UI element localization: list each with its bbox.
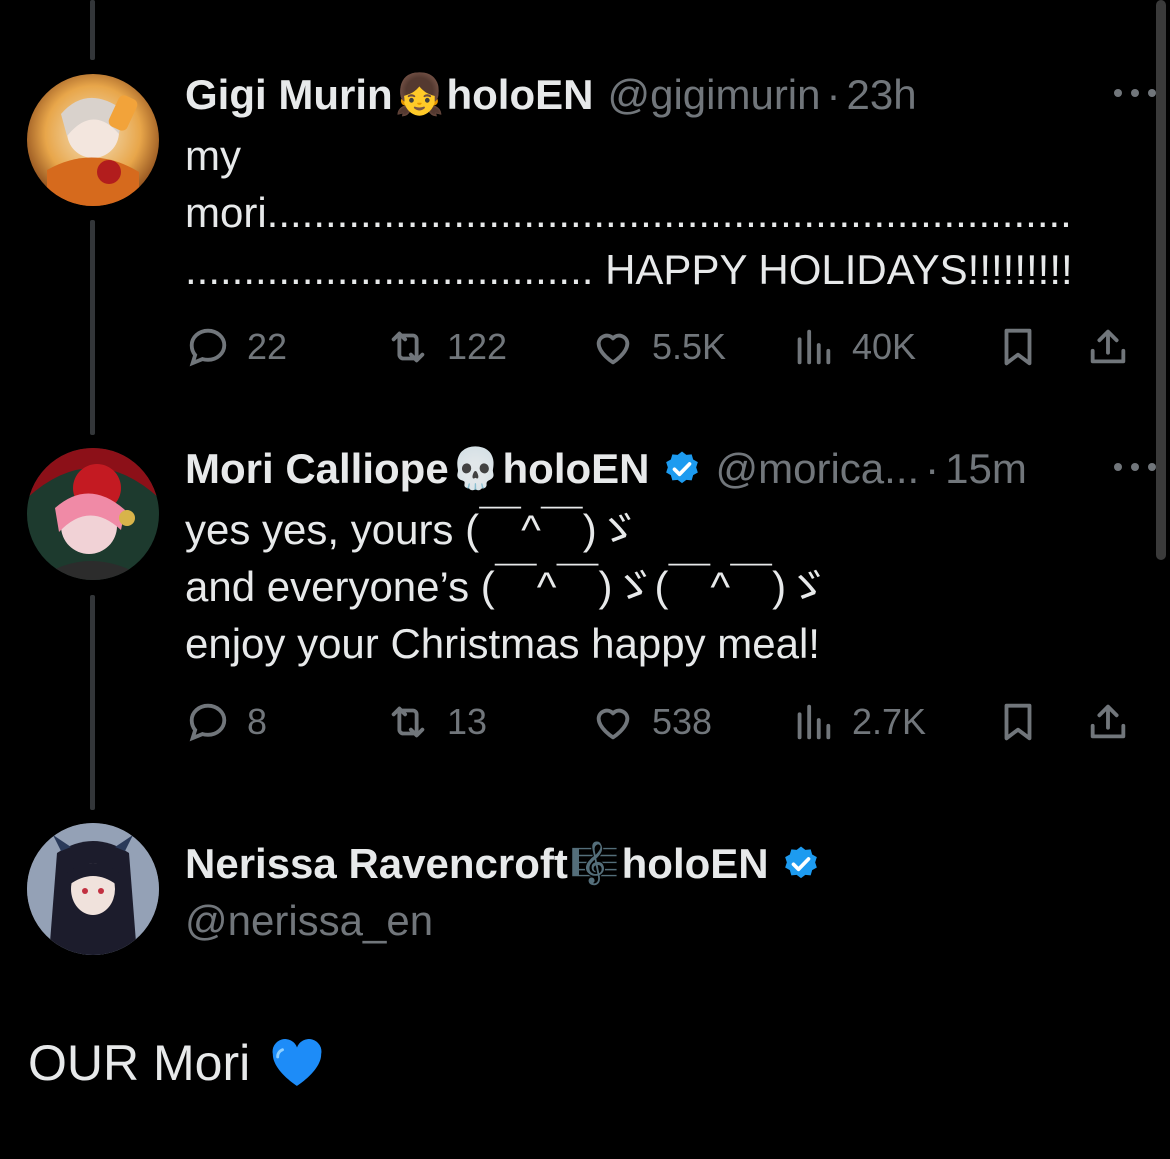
- verified-badge-icon[interactable]: [662, 449, 702, 489]
- tweet-line: my: [185, 132, 241, 179]
- mori-avatar-icon: [27, 448, 159, 580]
- like-button[interactable]: 5.5K: [590, 322, 726, 372]
- tweet-text: my mori..................................…: [185, 127, 1073, 298]
- scrollbar[interactable]: [1156, 0, 1166, 560]
- view-count: 2.7K: [852, 701, 927, 742]
- repost-button[interactable]: 122: [385, 322, 507, 372]
- repost-count: 122: [447, 326, 508, 367]
- reply-button[interactable]: 8: [185, 697, 267, 747]
- thread-line-1: [90, 220, 95, 435]
- repost-icon: [391, 706, 425, 738]
- display-name-text: Gigi Murin: [185, 71, 393, 118]
- share-button[interactable]: [1085, 322, 1131, 372]
- views-button[interactable]: 2.7K: [790, 697, 926, 747]
- tweet-header: Mori Calliope 💀 holoEN @morica... · 15m: [185, 448, 1027, 490]
- separator-dot: ·: [826, 71, 841, 118]
- share-button[interactable]: [1085, 697, 1131, 747]
- verified-badge-icon[interactable]: [781, 844, 821, 884]
- tweet-line: and everyone’s (￣^￣)ゞ(￣^￣)ゞ: [185, 563, 829, 610]
- tweet-actions: 22 122 5.5K 40K: [185, 322, 1135, 372]
- bookmark-icon: [1004, 328, 1032, 366]
- reply-count: 22: [247, 326, 288, 367]
- like-icon: [596, 333, 630, 365]
- post-text-content: OUR Mori: [28, 1035, 251, 1091]
- more-options-icon[interactable]: [1114, 86, 1156, 100]
- views-icon: [797, 329, 831, 365]
- display-name[interactable]: Nerissa Ravencroft 🎼 holoEN: [185, 843, 769, 885]
- repost-count: 13: [447, 701, 488, 742]
- blue-heart-icon: [272, 1039, 322, 1086]
- display-name-suffix: holoEN: [502, 445, 650, 492]
- tweet-line: mori....................................…: [185, 189, 1072, 236]
- skull-emoji-icon: 💀: [450, 446, 501, 492]
- avatar-gigi[interactable]: [27, 74, 159, 206]
- views-button[interactable]: 40K: [790, 322, 916, 372]
- girl-emoji-icon: 👧: [394, 72, 445, 118]
- like-count: 5.5K: [652, 326, 727, 367]
- bookmark-button[interactable]: [995, 697, 1041, 747]
- reply-icon: [189, 703, 227, 742]
- gigi-avatar-icon: [27, 74, 159, 206]
- share-icon: [1090, 704, 1126, 739]
- handle[interactable]: @morica...: [716, 448, 920, 490]
- display-name[interactable]: Mori Calliope 💀 holoEN: [185, 448, 650, 490]
- reply-button[interactable]: 22: [185, 322, 287, 372]
- display-name-suffix: holoEN: [621, 840, 769, 887]
- timestamp[interactable]: 23h: [847, 74, 917, 116]
- separator-dot: ·: [925, 445, 940, 492]
- bookmark-button[interactable]: [995, 322, 1041, 372]
- share-icon: [1090, 329, 1126, 364]
- post-header: Nerissa Ravencroft 🎼 holoEN: [185, 843, 821, 885]
- avatar-mori[interactable]: [27, 448, 159, 580]
- repost-icon: [391, 331, 425, 363]
- tweet-actions: 8 13 538 2.7K: [185, 697, 1135, 747]
- repost-button[interactable]: 13: [385, 697, 487, 747]
- music-score-emoji-icon: 🎼: [569, 841, 620, 887]
- display-name-text: Nerissa Ravencroft: [185, 840, 568, 887]
- handle[interactable]: @nerissa_en: [185, 897, 433, 945]
- handle[interactable]: @gigimurin: [607, 74, 820, 116]
- avatar-nerissa[interactable]: [27, 823, 159, 955]
- tweet-text: yes yes, yours (￣^￣)ゞ and everyone’s (￣^￣…: [185, 501, 828, 672]
- display-name[interactable]: Gigi Murin 👧 holoEN: [185, 74, 593, 116]
- views-icon: [797, 704, 831, 740]
- view-count: 40K: [852, 326, 917, 367]
- timestamp[interactable]: 15m: [945, 448, 1027, 490]
- display-name-suffix: holoEN: [446, 71, 594, 118]
- thread-line-2: [90, 595, 95, 810]
- like-count: 538: [652, 701, 713, 742]
- like-icon: [596, 708, 630, 740]
- tweet-line: enjoy your Christmas happy meal!: [185, 620, 820, 667]
- more-options-icon[interactable]: [1114, 460, 1156, 474]
- tweet-header: Gigi Murin 👧 holoEN @gigimurin · 23h: [185, 74, 917, 116]
- post-text: OUR Mori: [28, 1034, 326, 1092]
- tweet-line: ................................... HAPP…: [185, 246, 1073, 293]
- like-button[interactable]: 538: [590, 697, 712, 747]
- nerissa-avatar-icon: [27, 823, 159, 955]
- reply-count: 8: [247, 701, 268, 742]
- tweet-line: yes yes, yours (￣^￣)ゞ: [185, 506, 639, 553]
- thread-line-top: [90, 0, 95, 60]
- display-name-text: Mori Calliope: [185, 445, 449, 492]
- bookmark-icon: [1004, 703, 1032, 741]
- reply-icon: [189, 328, 227, 367]
